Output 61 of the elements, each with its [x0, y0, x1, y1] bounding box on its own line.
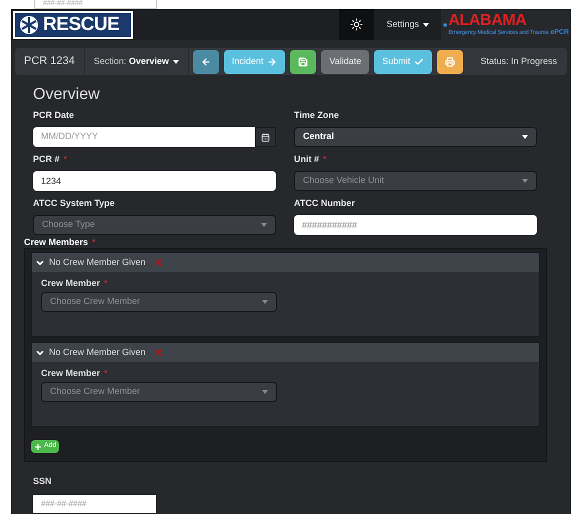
select-dropdown[interactable]: Choose Crew Member [41, 292, 277, 312]
field-label: ATCC System Type [33, 197, 115, 210]
select-placeholder: Choose Crew Member [50, 295, 140, 308]
field-label: Crew Member [41, 277, 100, 290]
printer-icon [445, 56, 456, 66]
select-value: Central [303, 130, 334, 144]
field-label: Time Zone [294, 109, 339, 122]
required-asterisk: * [323, 153, 327, 166]
crew-member-header[interactable]: No Crew Member Given [32, 253, 539, 272]
select-dropdown[interactable]: Choose Type [33, 215, 276, 235]
select-placeholder: Choose Crew Member [50, 385, 140, 398]
check-icon [414, 56, 424, 66]
save-button[interactable] [290, 50, 316, 74]
arrow-left-icon [200, 56, 211, 66]
required-asterisk: * [64, 153, 68, 166]
caret-icon [262, 390, 268, 394]
theme-toggle-button[interactable] [339, 9, 374, 40]
arrow-left-button[interactable] [192, 50, 219, 74]
sun-icon [350, 18, 364, 31]
date-input[interactable]: MM/DD/YYYY [33, 127, 255, 147]
crew-member-title: No Crew Member Given [49, 346, 146, 359]
text-input[interactable]: ########### [294, 215, 537, 235]
crew-members-label: Crew Members [24, 236, 88, 250]
calendar-icon [261, 132, 270, 142]
caret-icon [262, 300, 268, 304]
caret-icon [423, 22, 429, 26]
settings-menu[interactable]: Settings [374, 9, 441, 40]
save-icon [298, 56, 308, 66]
field-label: Crew Member [41, 367, 100, 380]
required-asterisk: * [92, 236, 96, 250]
field-label: PCR Date [33, 109, 74, 122]
caret-icon [522, 179, 528, 183]
status-text: Status: In Progress [480, 54, 557, 68]
field-label: PCR # [33, 153, 60, 166]
caret-icon [261, 223, 267, 227]
star-of-life-icon [19, 14, 39, 34]
plus-icon [34, 442, 42, 450]
arrow-right-icon [267, 56, 278, 66]
text-input[interactable]: ###-##-#### [33, 494, 156, 512]
crew-member-header[interactable]: No Crew Member Given [32, 343, 539, 362]
field-label: SSN [33, 475, 52, 488]
select-dropdown[interactable]: Choose Vehicle Unit [294, 171, 537, 191]
section-dropdown[interactable]: Section: Overview [84, 54, 188, 68]
select-dropdown[interactable]: Choose Crew Member [41, 382, 277, 402]
required-asterisk: * [104, 367, 108, 380]
required-asterisk: * [104, 277, 108, 290]
pcr-title: PCR 1234 [23, 54, 76, 70]
caret-icon [522, 135, 528, 139]
toolbar-button[interactable]: Validate [321, 50, 370, 74]
select-placeholder: Choose Vehicle Unit [303, 174, 384, 188]
select-dropdown[interactable]: Central [294, 127, 537, 147]
crew-member-title: No Crew Member Given [49, 256, 146, 269]
calendar-button[interactable] [255, 127, 276, 147]
field-label: ATCC Number [294, 197, 355, 210]
rescue-logo[interactable]: RESCUE [13, 10, 133, 38]
select-placeholder: Choose Type [42, 218, 95, 232]
printer-button[interactable] [437, 50, 464, 74]
text-input[interactable]: 1234 [33, 171, 276, 191]
caret-icon [172, 60, 179, 64]
field-label: Unit # [294, 153, 320, 166]
section-heading: Overview [33, 85, 101, 105]
